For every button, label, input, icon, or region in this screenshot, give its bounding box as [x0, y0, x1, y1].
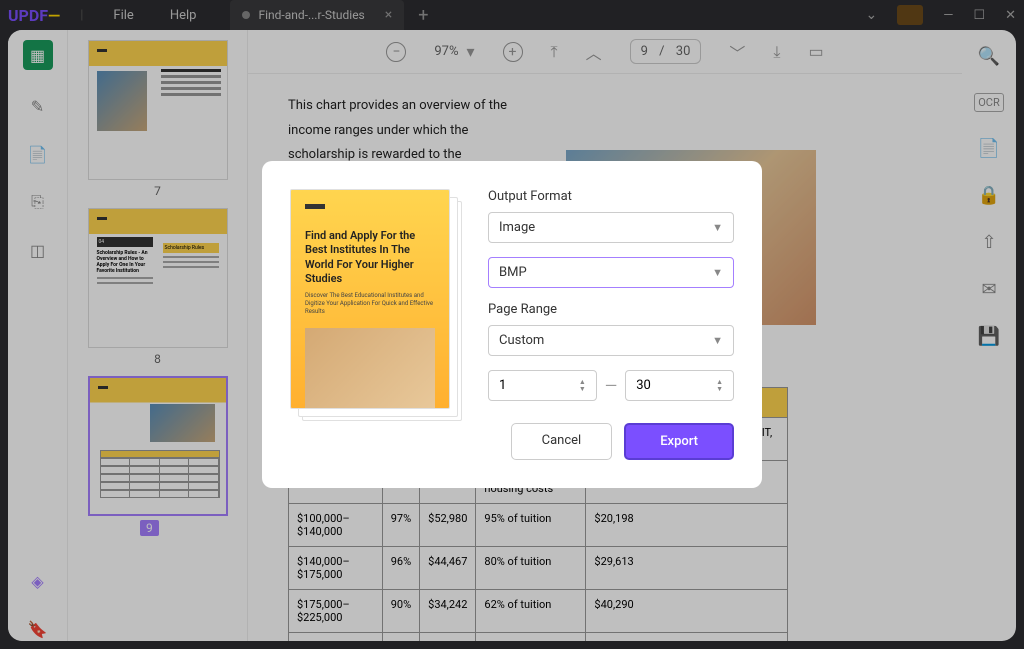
export-preview: Find and Apply For the Best Institutes I… [290, 189, 460, 419]
cancel-button[interactable]: Cancel [511, 423, 613, 460]
range-from-input[interactable]: 1 ▲▼ [488, 370, 597, 401]
image-type-select[interactable]: BMP▼ [488, 257, 734, 288]
output-format-select[interactable]: Image▼ [488, 212, 734, 243]
chevron-down-icon: ▼ [712, 334, 723, 347]
page-range-select[interactable]: Custom▼ [488, 325, 734, 356]
range-separator: — [605, 376, 618, 395]
export-dialog: Find and Apply For the Best Institutes I… [262, 161, 762, 488]
chevron-down-icon: ▼ [712, 266, 723, 279]
spinner-icon[interactable]: ▲▼ [579, 379, 586, 393]
export-button[interactable]: Export [624, 423, 734, 460]
output-format-label: Output Format [488, 189, 734, 204]
spinner-icon[interactable]: ▲▼ [716, 379, 723, 393]
modal-overlay: Find and Apply For the Best Institutes I… [0, 0, 1024, 649]
page-range-label: Page Range [488, 302, 734, 317]
chevron-down-icon: ▼ [712, 221, 723, 234]
range-to-input[interactable]: 30 ▲▼ [625, 370, 734, 401]
